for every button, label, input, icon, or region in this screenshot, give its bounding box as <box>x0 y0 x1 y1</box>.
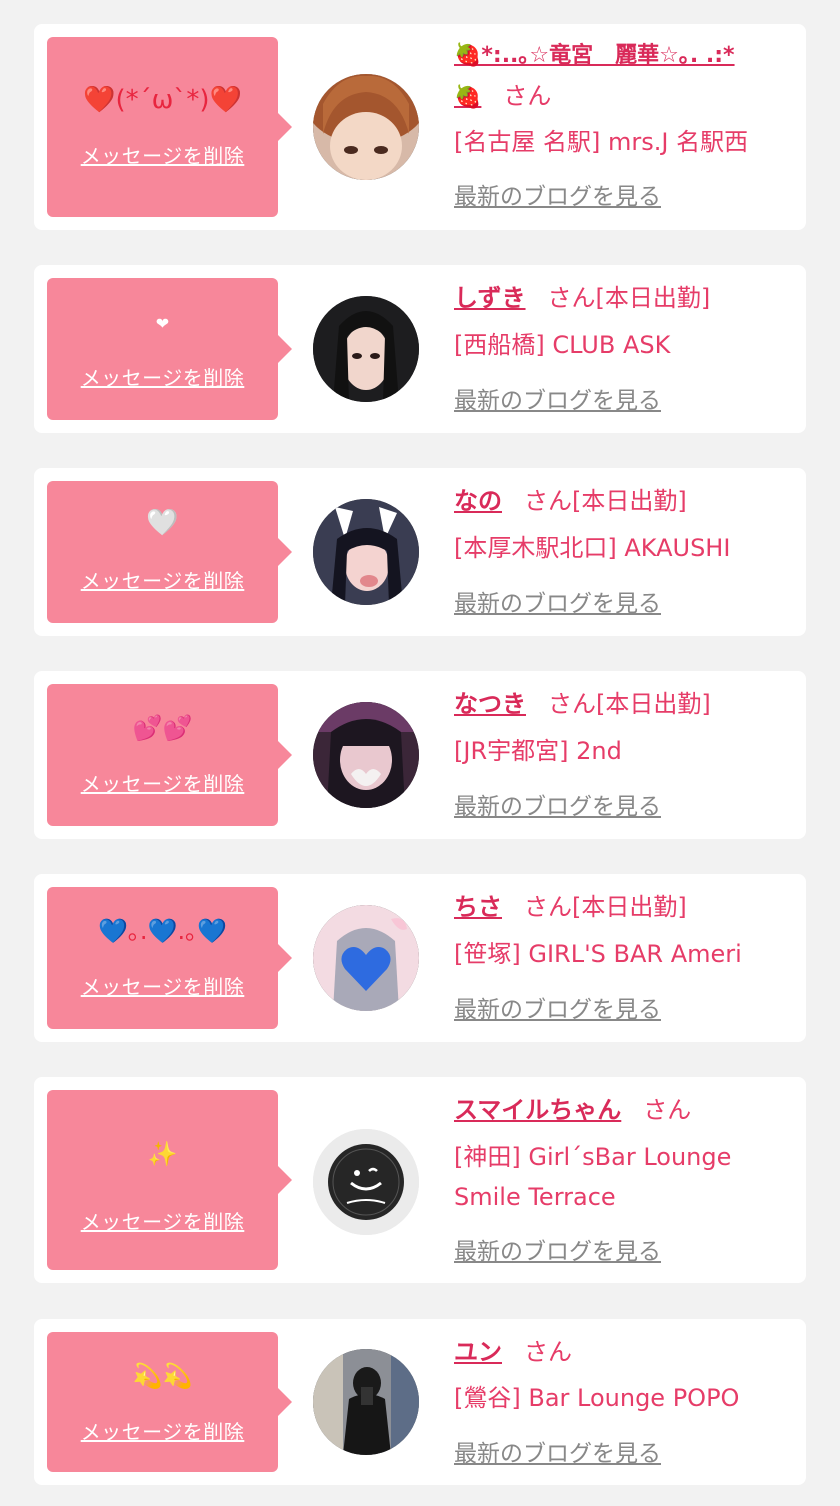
shop-info: [JR宇都宮] 2nd <box>454 737 622 765</box>
shop-info-cont: Smile Terrace <box>454 1183 616 1211</box>
honorific: さん <box>547 284 596 312</box>
latest-blog-link[interactable]: 最新のブログを見る <box>454 588 661 620</box>
favorite-card: 💙｡.💙.｡💙 メッセージを削除 ちさ さん[本日出勤] [笹塚] GIRL'S … <box>34 874 806 1042</box>
message-text: ❤ <box>155 314 170 333</box>
favorite-card: 💕💕 メッセージを削除 なつき さん[本日出勤] [JR宇都宮] 2nd 最新のブ… <box>34 671 806 839</box>
message-bubble: 💙｡.💙.｡💙 メッセージを削除 <box>47 887 292 1029</box>
honorific: さん <box>503 82 552 110</box>
delete-message-link[interactable]: メッセージを削除 <box>47 565 278 594</box>
shop-info: [笹塚] GIRL'S BAR Ameri <box>454 940 742 968</box>
attendance-status: [本日出勤] <box>595 284 711 312</box>
honorific: さん <box>524 487 572 515</box>
avatar[interactable] <box>313 74 419 180</box>
message-bubble: ❤️(*´ω`*)❤️ メッセージを削除 <box>47 37 292 217</box>
favorite-card: ✨ メッセージを削除 スマイルちゃん さん [神田] Girl´sBar Loun… <box>34 1077 806 1283</box>
delete-message-link[interactable]: メッセージを削除 <box>47 768 278 797</box>
shop-info: [鶯谷] Bar Lounge POPO <box>454 1384 740 1412</box>
honorific: さん <box>548 690 596 718</box>
favorite-card: 🤍 メッセージを削除 なの さん[本日出勤] [本厚木駅北口] AKAUSHI 最… <box>34 468 806 636</box>
shop-info: [名古屋 名駅] mrs.J 名駅西 <box>454 128 749 156</box>
delete-message-link[interactable]: メッセージを削除 <box>47 971 278 1000</box>
message-bubble: ❤ メッセージを削除 <box>47 278 292 420</box>
delete-message-link[interactable]: メッセージを削除 <box>47 1206 278 1235</box>
cast-name-link[interactable]: ちさ <box>454 893 502 921</box>
avatar[interactable] <box>313 499 419 605</box>
latest-blog-link[interactable]: 最新のブログを見る <box>454 1236 661 1268</box>
favorite-card: ❤ メッセージを削除 しずき さん[本日出勤] [西船橋] CLUB ASK 最新… <box>34 265 806 433</box>
delete-message-link[interactable]: メッセージを削除 <box>47 362 278 391</box>
avatar[interactable] <box>313 1129 419 1235</box>
latest-blog-link[interactable]: 最新のブログを見る <box>454 181 661 213</box>
latest-blog-link[interactable]: 最新のブログを見る <box>454 994 661 1026</box>
attendance-status: [本日出勤] <box>572 893 687 921</box>
cast-name-link-cont[interactable]: 🍓 <box>454 85 481 110</box>
attendance-status: [本日出勤] <box>596 690 711 718</box>
latest-blog-link[interactable]: 最新のブログを見る <box>454 1438 661 1470</box>
shop-info: [本厚木駅北口] AKAUSHI <box>454 534 731 562</box>
cast-name-link[interactable]: なつき <box>454 690 526 718</box>
avatar[interactable] <box>313 1349 419 1455</box>
message-bubble: 💕💕 メッセージを削除 <box>47 684 292 826</box>
honorific: さん <box>524 1338 572 1366</box>
message-text: 💕💕 <box>132 714 193 742</box>
cast-name-link[interactable]: スマイルちゃん <box>454 1096 621 1124</box>
honorific: さん <box>524 893 572 921</box>
message-text: ❤️(*´ω`*)❤️ <box>83 85 242 115</box>
latest-blog-link[interactable]: 最新のブログを見る <box>454 385 661 417</box>
message-text: 🤍 <box>146 508 179 538</box>
message-text: ✨ <box>147 1140 178 1168</box>
message-text: 💫💫 <box>132 1362 193 1390</box>
delete-message-link[interactable]: メッセージを削除 <box>47 1416 278 1445</box>
latest-blog-link[interactable]: 最新のブログを見る <box>454 791 661 823</box>
favorite-card: ❤️(*´ω`*)❤️ メッセージを削除 🍓*:..｡☆竜宮 麗華☆｡. .:*… <box>34 24 806 230</box>
message-bubble: 🤍 メッセージを削除 <box>47 481 292 623</box>
message-bubble: ✨ メッセージを削除 <box>47 1090 292 1270</box>
honorific: さん <box>643 1096 692 1124</box>
cast-name-link[interactable]: ユン <box>454 1338 502 1366</box>
attendance-status: [本日出勤] <box>572 487 687 515</box>
avatar[interactable] <box>313 702 419 808</box>
cast-name-link[interactable]: なの <box>454 487 502 515</box>
shop-info: [神田] Girl´sBar Lounge <box>454 1143 732 1171</box>
cast-name-link[interactable]: 🍓*:..｡☆竜宮 麗華☆｡. .:* <box>454 43 735 68</box>
shop-info: [西船橋] CLUB ASK <box>454 331 671 359</box>
message-text: 💙｡.💙.｡💙 <box>98 917 227 945</box>
cast-name-link[interactable]: しずき <box>454 284 526 312</box>
favorite-card: 💫💫 メッセージを削除 ユン さん [鶯谷] Bar Lounge POPO 最新… <box>34 1319 806 1485</box>
avatar[interactable] <box>313 905 419 1011</box>
avatar[interactable] <box>313 296 419 402</box>
message-bubble: 💫💫 メッセージを削除 <box>47 1332 292 1472</box>
delete-message-link[interactable]: メッセージを削除 <box>47 140 278 169</box>
